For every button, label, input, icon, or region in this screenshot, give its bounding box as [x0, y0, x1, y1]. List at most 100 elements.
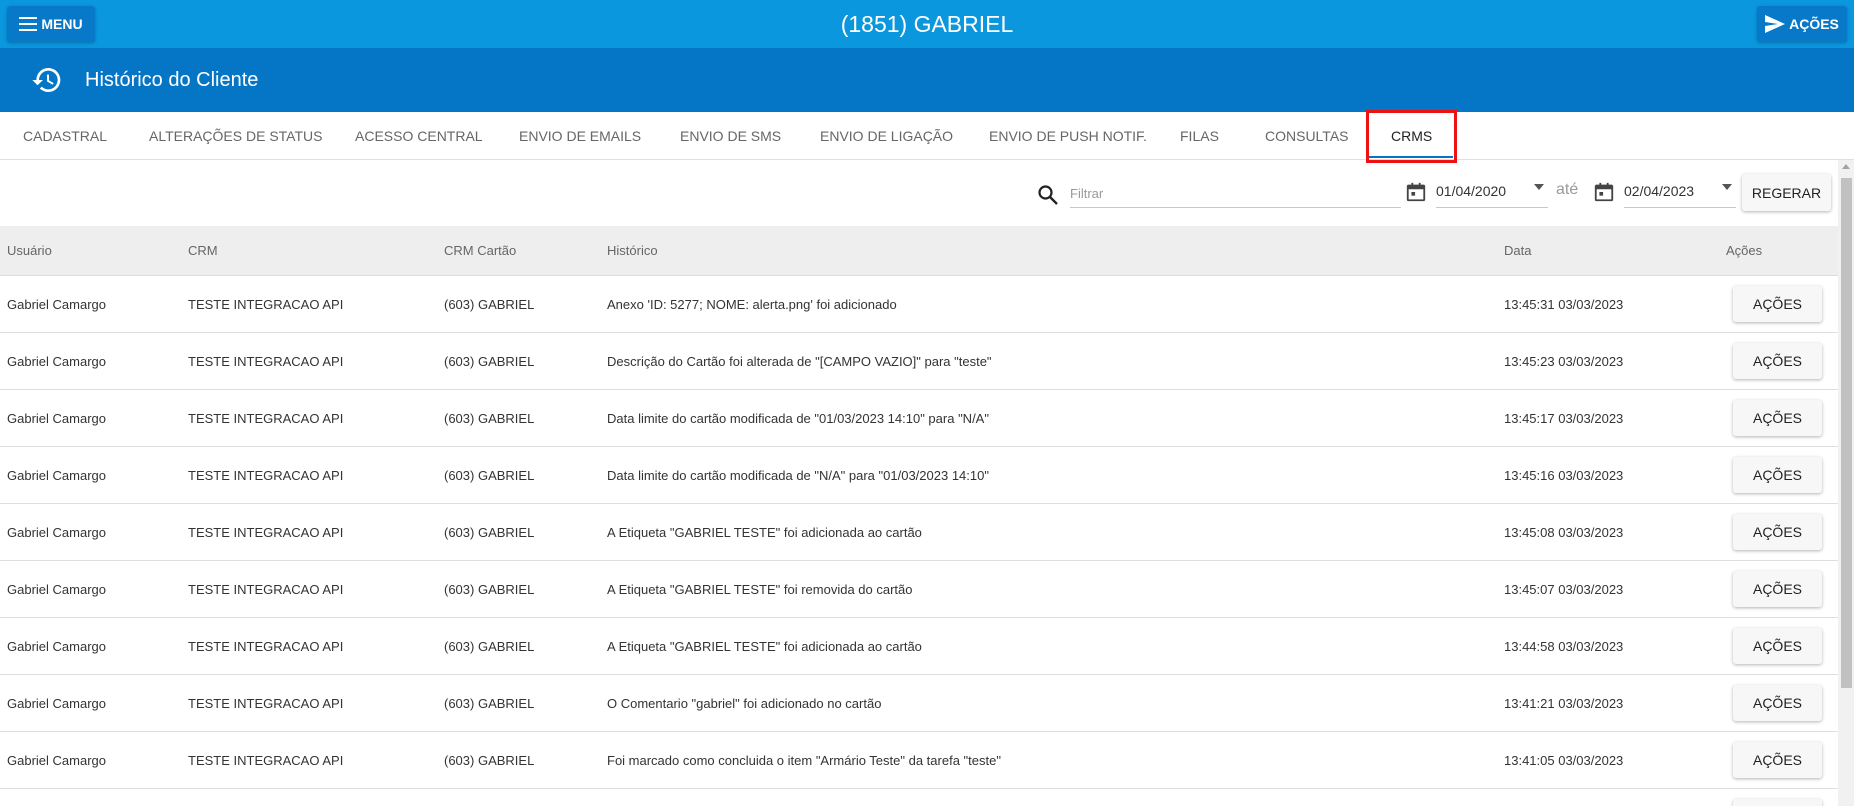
active-tab-indicator	[1369, 156, 1453, 158]
row-actions-button[interactable]: AÇÕES	[1733, 742, 1822, 778]
chevron-down-icon	[1722, 184, 1732, 190]
regenerate-button[interactable]: REGERAR	[1742, 174, 1831, 211]
tab-envio-de-ligacao[interactable]: ENVIO DE LIGAÇÃO	[820, 112, 953, 160]
tab-acesso-central[interactable]: ACESSO CENTRAL	[355, 112, 483, 160]
cell-historico: Descrição do Cartão foi alterada de "[CA…	[607, 354, 992, 369]
cell-usuario: Gabriel Camargo	[7, 411, 106, 426]
cell-crm: TESTE INTEGRACAO API	[188, 411, 344, 426]
cell-historico: A Etiqueta "GABRIEL TESTE" foi adicionad…	[607, 639, 922, 654]
cell-historico: A Etiqueta "GABRIEL TESTE" foi adicionad…	[607, 525, 922, 540]
table-body: Gabriel Camargo TESTE INTEGRACAO API (603)…	[0, 276, 1838, 806]
row-actions-button[interactable]: AÇÕES	[1733, 286, 1822, 322]
cell-usuario: Gabriel Camargo	[7, 297, 106, 312]
client-title: (1851) GABRIEL	[840, 11, 1014, 37]
cell-crm-cartao: (603) GABRIEL	[444, 582, 535, 597]
table-row: Gabriel Camargo TESTE INTEGRACAO API (603)…	[0, 561, 1838, 618]
cell-historico: O Comentario "gabriel" foi adicionado no…	[607, 696, 882, 711]
cell-crm-cartao: (603) GABRIEL	[444, 753, 535, 768]
cell-historico: Anexo 'ID: 5277; NOME: alerta.png' foi a…	[607, 297, 897, 312]
cell-crm: TESTE INTEGRACAO API	[188, 468, 344, 483]
row-actions-button[interactable]: AÇÕES	[1733, 571, 1822, 607]
calendar-icon[interactable]	[1593, 181, 1615, 203]
search-icon	[1038, 185, 1058, 205]
cell-crm: TESTE INTEGRACAO API	[188, 639, 344, 654]
cell-historico: Data limite do cartão modificada de "01/…	[607, 411, 989, 426]
table-row: Gabriel Camargo TESTE INTEGRACAO API (603)…	[0, 732, 1838, 789]
tab-envio-de-push-notif[interactable]: ENVIO DE PUSH NOTIF.	[989, 112, 1147, 160]
history-icon	[32, 68, 61, 92]
date-separator: até	[1556, 181, 1579, 198]
cell-usuario: Gabriel Camargo	[7, 753, 106, 768]
tab-bar: CADASTRAL ALTERAÇÕES DE STATUS ACESSO CE…	[0, 112, 1854, 160]
hamburger-icon	[19, 17, 38, 31]
cell-crm: TESTE INTEGRACAO API	[188, 696, 344, 711]
menu-button[interactable]: MENU	[7, 6, 95, 42]
cell-data: 13:45:17 03/03/2023	[1504, 411, 1624, 426]
date-from-field[interactable]: 01/04/2020	[1436, 180, 1548, 208]
cell-crm: TESTE INTEGRACAO API	[188, 354, 344, 369]
row-actions-button[interactable]: AÇÕES	[1733, 343, 1822, 379]
row-actions-button[interactable]: AÇÕES	[1733, 400, 1822, 436]
cell-usuario: Gabriel Camargo	[7, 354, 106, 369]
tab-crms[interactable]: CRMS	[1391, 112, 1432, 160]
tab-filas[interactable]: FILAS	[1180, 112, 1219, 160]
cell-data: 13:45:31 03/03/2023	[1504, 297, 1624, 312]
cell-data: 13:45:08 03/03/2023	[1504, 525, 1624, 540]
column-header-historico[interactable]: Histórico	[607, 226, 658, 276]
cell-data: 13:41:21 03/03/2023	[1504, 696, 1624, 711]
tab-consultas[interactable]: CONSULTAS	[1265, 112, 1349, 160]
column-header-data[interactable]: Data	[1504, 226, 1531, 276]
cell-historico: Data limite do cartão modificada de "N/A…	[607, 468, 989, 483]
row-actions-button[interactable]	[1733, 799, 1822, 806]
cell-crm-cartao: (603) GABRIEL	[444, 468, 535, 483]
table-row: Gabriel Camargo TESTE INTEGRACAO API (603)…	[0, 504, 1838, 561]
page-header: Histórico do Cliente	[0, 48, 1854, 112]
menu-label: MENU	[41, 16, 83, 32]
tab-cadastral[interactable]: CADASTRAL	[23, 112, 107, 160]
date-to-field[interactable]: 02/04/2023	[1624, 180, 1736, 208]
tab-envio-de-sms[interactable]: ENVIO DE SMS	[680, 112, 781, 160]
cell-data: 13:41:05 03/03/2023	[1504, 753, 1624, 768]
column-header-crm-cartao[interactable]: CRM Cartão	[444, 226, 516, 276]
scrollbar-thumb[interactable]	[1841, 178, 1852, 688]
row-actions-button[interactable]: AÇÕES	[1733, 457, 1822, 493]
row-actions-button[interactable]: AÇÕES	[1733, 514, 1822, 550]
row-actions-button[interactable]: AÇÕES	[1733, 628, 1822, 664]
scroll-up-arrow[interactable]	[1842, 164, 1850, 169]
cell-crm-cartao: (603) GABRIEL	[444, 297, 535, 312]
cell-usuario: Gabriel Camargo	[7, 639, 106, 654]
cell-crm-cartao: (603) GABRIEL	[444, 354, 535, 369]
actions-button[interactable]: AÇÕES	[1757, 6, 1847, 42]
calendar-icon[interactable]	[1405, 181, 1427, 203]
cell-crm-cartao: (603) GABRIEL	[444, 639, 535, 654]
cell-crm-cartao: (603) GABRIEL	[444, 696, 535, 711]
cell-data: 13:45:16 03/03/2023	[1504, 468, 1624, 483]
cell-data: 13:45:07 03/03/2023	[1504, 582, 1624, 597]
filter-input[interactable]	[1070, 180, 1401, 208]
cell-usuario: Gabriel Camargo	[7, 696, 106, 711]
cell-usuario: Gabriel Camargo	[7, 468, 106, 483]
cell-usuario: Gabriel Camargo	[7, 582, 106, 597]
table-row: Gabriel Camargo TESTE INTEGRACAO API (603)…	[0, 390, 1838, 447]
row-actions-button[interactable]: AÇÕES	[1733, 685, 1822, 721]
cell-crm: TESTE INTEGRACAO API	[188, 753, 344, 768]
chevron-down-icon	[1534, 184, 1544, 190]
cell-historico: A Etiqueta "GABRIEL TESTE" foi removida …	[607, 582, 913, 597]
table-row: Gabriel Camargo TESTE INTEGRACAO API (603)…	[0, 276, 1838, 333]
tab-alteracoes-de-status[interactable]: ALTERAÇÕES DE STATUS	[149, 112, 322, 160]
date-from-value: 01/04/2020	[1436, 183, 1507, 199]
table-header: Usuário CRM CRM Cartão Histórico Data Aç…	[0, 226, 1838, 276]
column-header-usuario[interactable]: Usuário	[7, 226, 52, 276]
table-row	[0, 789, 1838, 806]
cell-data: 13:45:23 03/03/2023	[1504, 354, 1624, 369]
top-bar: MENU (1851) GABRIEL AÇÕES	[0, 0, 1854, 48]
page-title: Histórico do Cliente	[85, 69, 259, 91]
cell-data: 13:44:58 03/03/2023	[1504, 639, 1624, 654]
cell-crm: TESTE INTEGRACAO API	[188, 582, 344, 597]
send-icon	[1765, 15, 1786, 33]
tab-envio-de-emails[interactable]: ENVIO DE EMAILS	[519, 112, 641, 160]
column-header-acoes: Ações	[1726, 243, 1763, 258]
table-row: Gabriel Camargo TESTE INTEGRACAO API (603)…	[0, 618, 1838, 675]
column-header-crm[interactable]: CRM	[188, 226, 218, 276]
cell-crm: TESTE INTEGRACAO API	[188, 525, 344, 540]
